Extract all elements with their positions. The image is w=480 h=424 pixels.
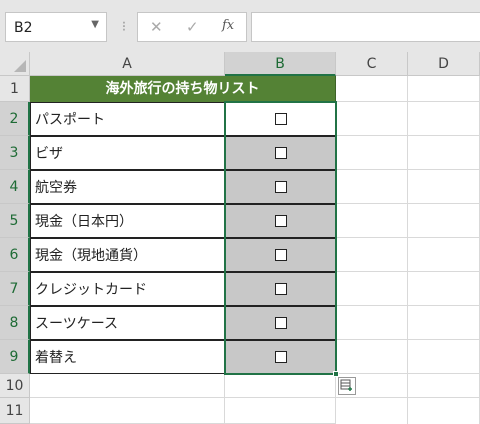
column-header-b[interactable]: B xyxy=(225,52,336,76)
formula-input[interactable] xyxy=(251,12,480,42)
cell-b11[interactable] xyxy=(225,398,336,424)
checkbox-cell[interactable] xyxy=(225,136,336,170)
cell-d1[interactable] xyxy=(408,76,480,102)
cell-b10[interactable] xyxy=(225,374,336,398)
select-all-triangle-icon xyxy=(14,60,26,72)
checkbox-cell[interactable] xyxy=(225,340,336,374)
row-header-11[interactable]: 11 xyxy=(0,398,30,424)
cancel-icon[interactable]: ✕ xyxy=(150,18,163,36)
name-box-value: B2 xyxy=(14,20,33,36)
checkbox-cell[interactable] xyxy=(225,170,336,204)
row-header-8[interactable]: 8 xyxy=(0,306,30,340)
enter-icon[interactable]: ✓ xyxy=(186,18,199,36)
checkbox-icon[interactable] xyxy=(274,317,287,329)
checkbox-cell[interactable] xyxy=(225,204,336,238)
item-label: 現金（現地通貨） xyxy=(35,248,147,264)
checkbox-cell[interactable] xyxy=(225,238,336,272)
formula-buttons: ✕ ✓ fx xyxy=(137,12,247,42)
item-label: ビザ xyxy=(35,146,63,162)
row-header-5[interactable]: 5 xyxy=(0,204,30,238)
row-header-1[interactable]: 1 xyxy=(0,76,30,102)
quick-analysis-icon xyxy=(340,379,352,391)
row-header-9[interactable]: 9 xyxy=(0,340,30,374)
item-label: 現金（日本円） xyxy=(35,214,133,230)
checkbox-icon[interactable] xyxy=(274,215,287,227)
cell-a10[interactable] xyxy=(30,374,225,398)
checkbox-icon[interactable] xyxy=(274,351,287,363)
item-label: パスポート xyxy=(35,112,105,128)
list-title-cell[interactable]: 海外旅行の持ち物リスト xyxy=(30,76,336,102)
worksheet-grid: A B C D 1 2 3 4 5 6 7 8 9 10 11 海外旅行の持ち物… xyxy=(0,52,480,424)
checkbox-icon[interactable] xyxy=(274,181,287,193)
item-cell[interactable]: 現金（現地通貨） xyxy=(30,238,225,272)
empty-cells-cd[interactable] xyxy=(336,102,480,424)
column-header-a[interactable]: A xyxy=(30,52,225,76)
item-label: クレジットカード xyxy=(35,282,147,298)
item-cell[interactable]: 着替え xyxy=(30,340,225,374)
formula-bar-divider[interactable]: ⁝ xyxy=(114,14,134,40)
column-header-c[interactable]: C xyxy=(336,52,408,76)
item-label: スーツケース xyxy=(35,316,119,332)
insert-function-icon[interactable]: fx xyxy=(222,18,234,33)
name-box[interactable]: B2 ▼ xyxy=(5,12,107,42)
checkbox-icon[interactable] xyxy=(274,147,287,159)
row-header-3[interactable]: 3 xyxy=(0,136,30,170)
item-cell[interactable]: パスポート xyxy=(30,102,225,136)
cell-a11[interactable] xyxy=(30,398,225,424)
row-header-2[interactable]: 2 xyxy=(0,102,30,136)
checkbox-icon[interactable] xyxy=(274,113,287,125)
select-all-button[interactable] xyxy=(0,52,30,76)
checkbox-icon[interactable] xyxy=(274,283,287,295)
cell-c1[interactable] xyxy=(336,76,408,102)
checkbox-cell[interactable] xyxy=(225,272,336,306)
chevron-down-icon[interactable]: ▼ xyxy=(91,19,99,30)
checkbox-icon[interactable] xyxy=(274,249,287,261)
row-header-6[interactable]: 6 xyxy=(0,238,30,272)
item-cell[interactable]: クレジットカード xyxy=(30,272,225,306)
item-cell[interactable]: ビザ xyxy=(30,136,225,170)
item-cell[interactable]: スーツケース xyxy=(30,306,225,340)
checkbox-cell[interactable] xyxy=(225,102,336,136)
column-header-d[interactable]: D xyxy=(408,52,480,76)
item-label: 航空券 xyxy=(35,180,77,196)
row-header-7[interactable]: 7 xyxy=(0,272,30,306)
item-label: 着替え xyxy=(35,350,77,366)
item-cell[interactable]: 航空券 xyxy=(30,170,225,204)
item-cell[interactable]: 現金（日本円） xyxy=(30,204,225,238)
checkbox-cell[interactable] xyxy=(225,306,336,340)
row-header-10[interactable]: 10 xyxy=(0,374,30,398)
row-header-4[interactable]: 4 xyxy=(0,170,30,204)
quick-analysis-button[interactable] xyxy=(338,377,356,395)
